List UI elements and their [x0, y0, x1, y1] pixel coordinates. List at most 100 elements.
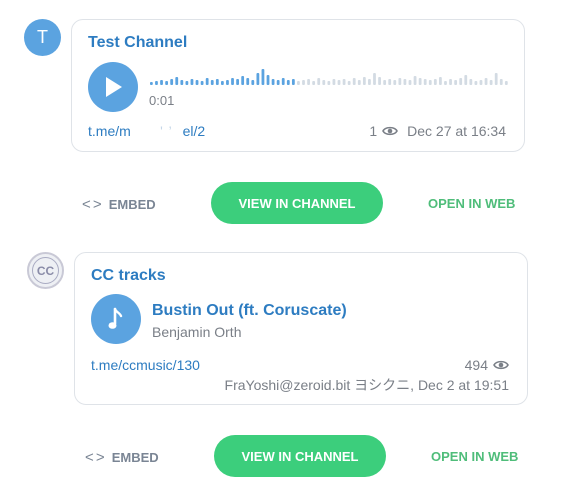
- waveform-bar: [236, 79, 239, 85]
- channel-name[interactable]: Test Channel: [88, 34, 187, 52]
- waveform-bar: [302, 80, 305, 85]
- waveform-bar: [454, 80, 458, 85]
- waveform-bar: [220, 81, 224, 85]
- waveform-bar: [368, 79, 371, 85]
- waveform-bar: [155, 81, 158, 85]
- view-in-channel-button[interactable]: VIEW IN CHANNEL: [214, 435, 386, 477]
- post-date[interactable]: Dec 27 at 16:34: [407, 123, 506, 139]
- embed-button[interactable]: < > EMBED: [82, 196, 156, 213]
- waveform-bar: [469, 79, 473, 85]
- waveform-bar: [165, 81, 168, 85]
- waveform-bar: [256, 73, 260, 85]
- waveform-bar: [439, 77, 442, 85]
- play-button[interactable]: [88, 62, 138, 112]
- channel-name[interactable]: CC tracks: [91, 267, 166, 285]
- waveform-bar: [246, 78, 250, 85]
- channel-avatar[interactable]: CC: [27, 252, 64, 289]
- waveform-bar: [403, 79, 407, 85]
- waveform-bar: [226, 80, 229, 85]
- post-card: CC tracks Bustin Out (ft. Coruscate) Ben…: [74, 252, 528, 405]
- avatar-logo: CC: [32, 257, 59, 284]
- waveform-bar: [489, 80, 493, 85]
- waveform-bar: [408, 80, 412, 85]
- waveform-bar: [449, 79, 452, 85]
- waveform-bar: [281, 78, 285, 85]
- open-in-web-link[interactable]: OPEN IN WEB: [428, 196, 515, 211]
- waveform-bar: [251, 80, 255, 85]
- waveform-bar: [190, 79, 194, 85]
- waveform-bar: [150, 82, 153, 85]
- waveform-bar: [378, 77, 381, 85]
- waveform-bar: [322, 80, 326, 85]
- embed-button[interactable]: < > EMBED: [85, 449, 159, 466]
- waveform-bar: [428, 80, 432, 85]
- post-actions: < > EMBED VIEW IN CHANNEL OPEN IN WEB: [0, 182, 575, 226]
- waveform-bar: [180, 80, 184, 85]
- waveform-bar: [484, 78, 488, 85]
- waveform-bar: [499, 79, 503, 85]
- channel-avatar[interactable]: T: [24, 19, 61, 56]
- waveform-bar: [271, 79, 275, 85]
- waveform-bar: [215, 79, 219, 85]
- waveform-bar: [398, 78, 402, 85]
- waveform-bar: [393, 80, 397, 85]
- waveform-bar: [297, 81, 300, 85]
- embed-label: EMBED: [111, 450, 159, 465]
- post-author-date[interactable]: FraYoshi@zeroid.bit ヨシクニ, Dec 2 at 19:51: [225, 375, 509, 395]
- post-actions: < > EMBED VIEW IN CHANNEL OPEN IN WEB: [0, 435, 575, 479]
- voice-duration: 0:01: [149, 93, 175, 108]
- code-brackets-icon: < >: [85, 449, 105, 466]
- post-link[interactable]: t.me/m ' ’ el/2: [88, 123, 205, 139]
- code-brackets-icon: < >: [82, 196, 102, 213]
- waveform-bar: [210, 80, 214, 85]
- post-card: Test Channel 0:01 t.me/m ' ’ el/2 1 Dec …: [71, 19, 525, 152]
- embed-label: EMBED: [108, 197, 156, 212]
- post-link-end: el/2: [182, 123, 206, 139]
- waveform-bar: [261, 69, 265, 85]
- post-views: 494: [465, 357, 509, 373]
- eye-icon: [382, 126, 399, 136]
- post-link-start: t.me/m: [88, 123, 131, 139]
- waveform-bar: [459, 78, 463, 85]
- waveform-bar: [413, 76, 417, 85]
- music-note-icon: [108, 307, 123, 329]
- audio-title: Bustin Out (ft. Coruscate): [152, 302, 347, 319]
- waveform-bar: [312, 81, 316, 85]
- waveform-bar: [195, 80, 199, 85]
- waveform-bar: [241, 76, 245, 85]
- waveform-bar: [291, 79, 295, 85]
- avatar-letter: CC: [36, 263, 55, 278]
- waveform-bar: [327, 81, 331, 85]
- view-in-channel-button[interactable]: VIEW IN CHANNEL: [211, 182, 383, 224]
- waveform-bar: [332, 79, 336, 85]
- audio-play-button[interactable]: [91, 294, 141, 344]
- waveform-bar: [185, 81, 189, 85]
- waveform-bar: [276, 80, 280, 85]
- waveform-bar: [170, 79, 174, 85]
- waveform-bar: [479, 80, 483, 85]
- post-link[interactable]: t.me/ccmusic/130: [91, 357, 200, 373]
- play-icon: [106, 77, 122, 97]
- waveform-bar: [433, 79, 437, 85]
- post-meta: 1 Dec 27 at 16:34: [369, 123, 506, 139]
- audio-artist: Benjamin Orth: [152, 324, 242, 340]
- waveform-bar: [231, 78, 234, 85]
- waveform-bar: [200, 81, 204, 85]
- waveform-bar: [474, 81, 478, 85]
- waveform-bar: [362, 77, 366, 85]
- waveform-bar: [347, 81, 351, 85]
- waveform-bar: [266, 75, 270, 85]
- waveform-bar: [160, 80, 163, 85]
- waveform-bar: [494, 73, 498, 85]
- waveform-bar: [352, 78, 356, 85]
- waveform-bar: [388, 79, 392, 85]
- view-count: 1: [369, 123, 378, 139]
- waveform-bar: [357, 80, 361, 85]
- voice-waveform[interactable]: [150, 65, 510, 85]
- waveform-bar: [373, 73, 376, 85]
- waveform-bar: [464, 75, 468, 85]
- waveform-bar: [337, 80, 341, 85]
- post-link-obscured: ' ’: [130, 123, 183, 139]
- waveform-bar: [317, 78, 321, 85]
- open-in-web-link[interactable]: OPEN IN WEB: [431, 449, 518, 464]
